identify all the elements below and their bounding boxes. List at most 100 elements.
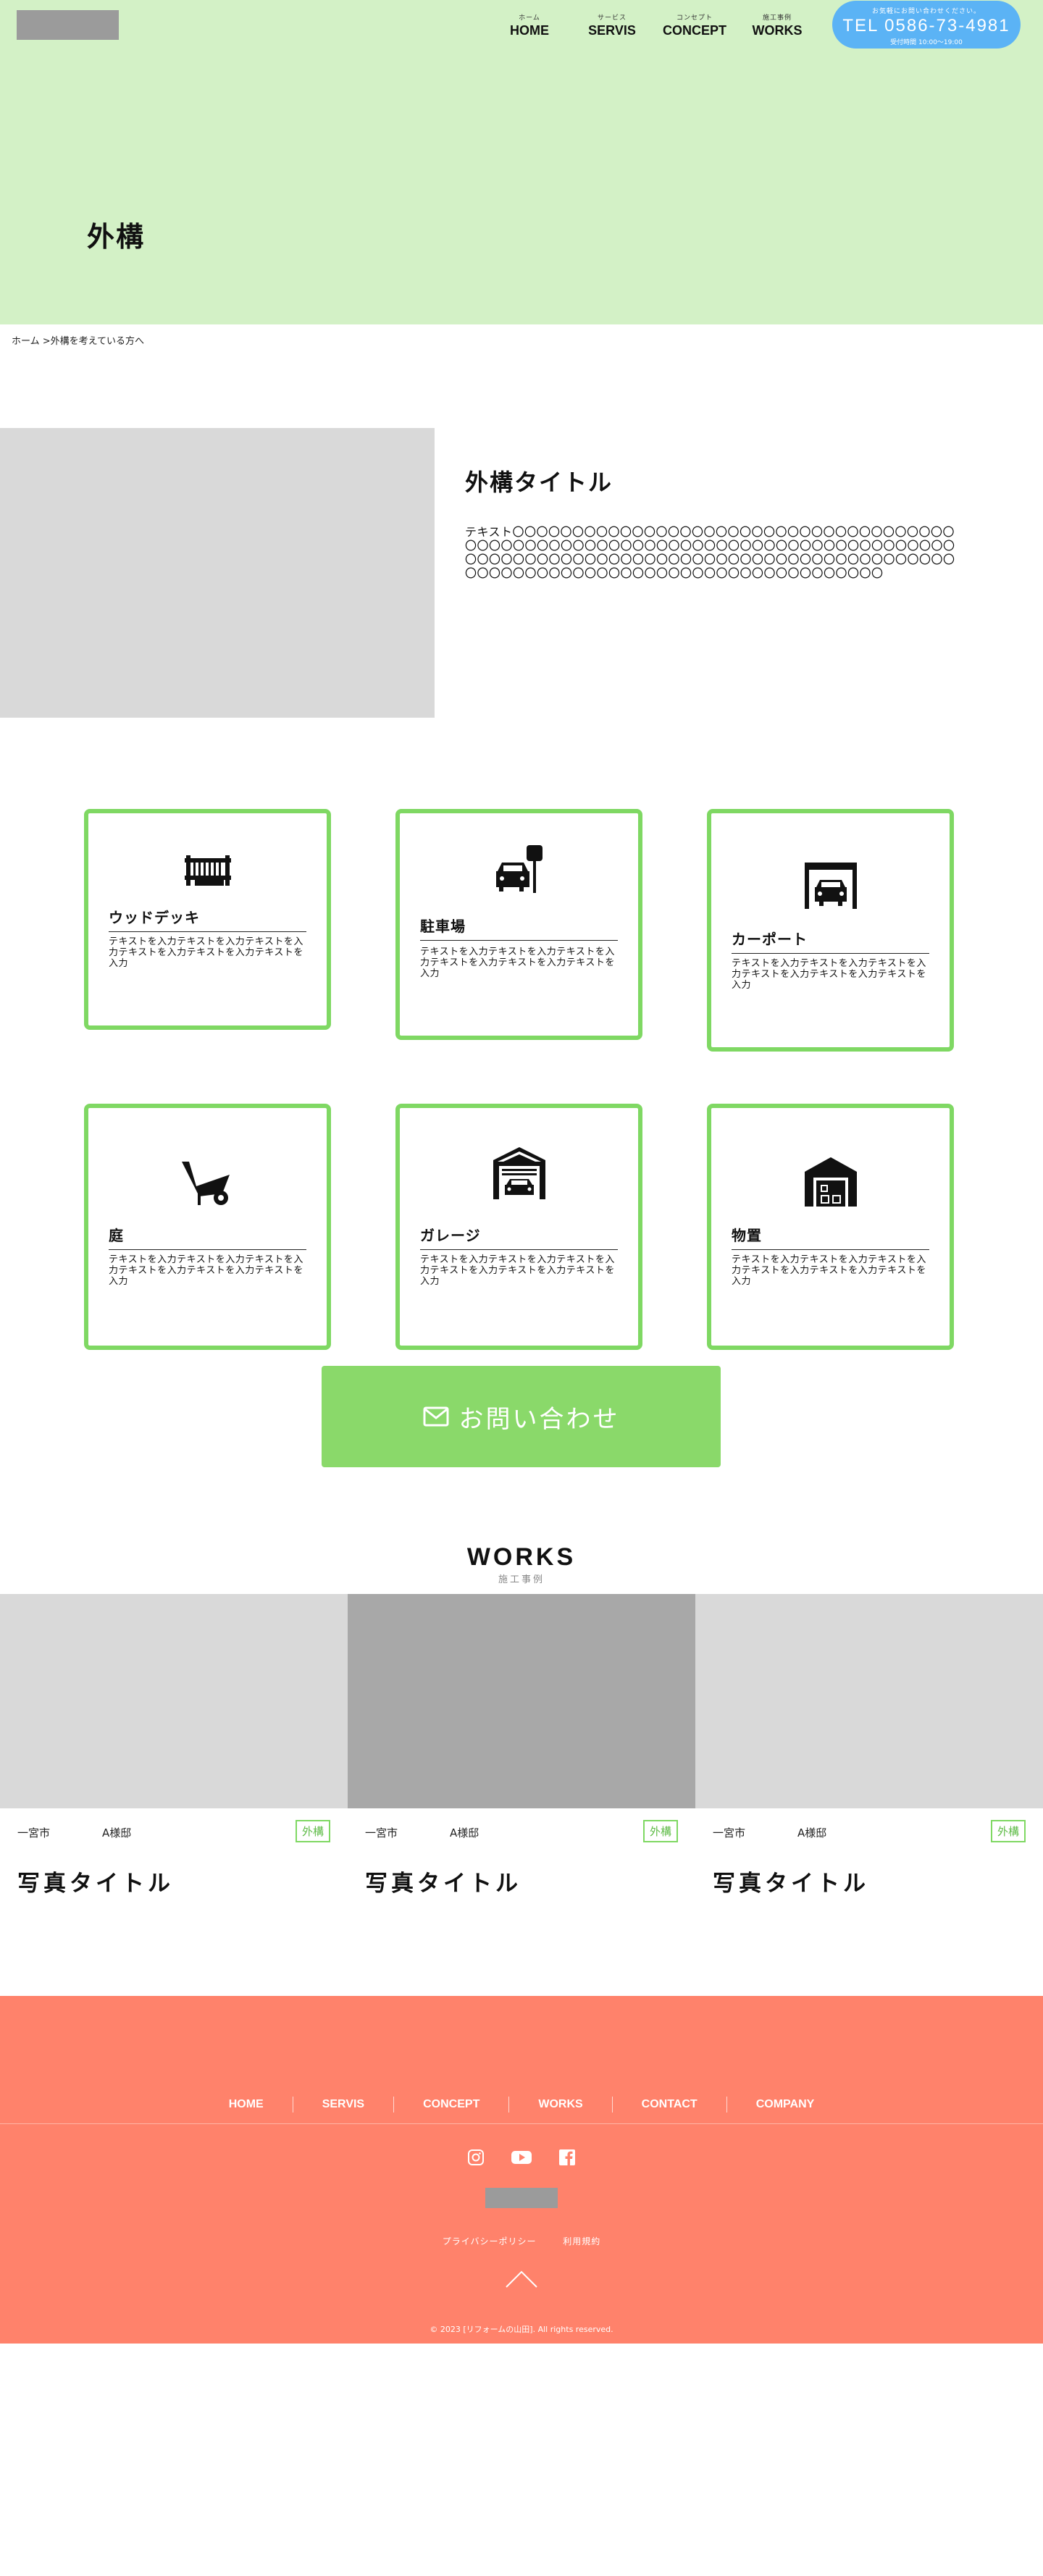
contact-button[interactable]: お問い合わせ <box>322 1366 721 1467</box>
service-card-text: テキストを入力テキストを入力テキストを入力テキストを入力テキストを入力テキストを… <box>732 958 926 991</box>
footer-nav-servis[interactable]: SERVIS <box>292 2097 393 2113</box>
work-image <box>348 1594 695 1808</box>
works-section: WORKS 施工事例 一宮市 A様邸 外構 写真タイトル 一宮市 A様邸 外構 … <box>0 1536 1043 1996</box>
nav-item-label: WORKS <box>752 23 803 38</box>
nav-item-sub: 施工事例 <box>762 14 792 22</box>
nav-item-sub: サービス <box>597 14 627 22</box>
hero-header: ホーム HOME サービス SERVIS コンセプト CONCEPT 施工事例 … <box>0 0 1043 324</box>
parking-icon <box>495 845 543 893</box>
work-tag: 外構 <box>642 1820 678 1842</box>
breadcrumb-separator: > <box>39 336 51 347</box>
service-card-text: テキストを入力テキストを入力テキストを入力テキストを入力テキストを入力テキストを… <box>109 936 303 969</box>
intro-section: 外構タイトル テキスト〇〇〇〇〇〇〇〇〇〇〇〇〇〇〇〇〇〇〇〇〇〇〇〇〇〇〇〇〇… <box>0 428 1043 718</box>
mail-icon <box>423 1406 448 1427</box>
work-card[interactable]: 一宮市 A様邸 外構 写真タイトル <box>0 1594 348 1996</box>
intro-title: 外構タイトル <box>465 469 613 496</box>
works-subtitle: 施工事例 <box>498 1574 545 1585</box>
service-card-text: テキストを入力テキストを入力テキストを入力テキストを入力テキストを入力テキストを… <box>420 947 615 979</box>
intro-text: テキスト〇〇〇〇〇〇〇〇〇〇〇〇〇〇〇〇〇〇〇〇〇〇〇〇〇〇〇〇〇〇〇〇〇〇〇〇… <box>465 525 955 580</box>
works-heading: WORKS 施工事例 <box>0 1536 1043 1594</box>
nav-item-sub: コンセプト <box>676 14 713 22</box>
tel-note: お気軽にお問い合わせください。 <box>871 8 981 15</box>
tel-button[interactable]: お気軽にお問い合わせください。 TEL 0586-73-4981 受付時間 10… <box>832 1 1021 49</box>
service-card-garden[interactable]: 庭 テキストを入力テキストを入力テキストを入力テキストを入力テキストを入力テキス… <box>84 1104 331 1350</box>
nav-item-label: CONCEPT <box>662 23 726 38</box>
work-title: 写真タイトル <box>713 1871 869 1897</box>
breadcrumb-home[interactable]: ホーム <box>12 336 40 347</box>
contact-section: お問い合わせ <box>0 1319 1043 1536</box>
contact-button-label: お問い合わせ <box>458 1404 620 1434</box>
work-meta: 一宮市 A様邸 <box>365 1825 678 1840</box>
instagram-icon[interactable] <box>467 2149 485 2169</box>
service-card-title: カーポート <box>732 928 929 954</box>
work-client: A様邸 <box>102 1826 132 1839</box>
terms-link[interactable]: 利用規約 <box>563 2236 600 2246</box>
copyright: © 2023 [リフォームの山田]. All rights reserved. <box>430 2325 613 2334</box>
works-list: 一宮市 A様邸 外構 写真タイトル 一宮市 A様邸 外構 写真タイトル 一宮市 … <box>0 1594 1043 1996</box>
work-meta: 一宮市 A様邸 <box>713 1825 1026 1840</box>
nav-item-label: HOME <box>510 23 549 38</box>
wheelbarrow-icon <box>181 1162 230 1205</box>
privacy-policy-link[interactable]: プライバシーポリシー <box>443 2236 537 2246</box>
work-image <box>695 1594 1043 1808</box>
nav-item-works[interactable]: 施工事例 WORKS <box>736 14 818 38</box>
footer-nav-home[interactable]: HOME <box>200 2097 293 2113</box>
tel-number: TEL 0586-73-4981 <box>842 16 1010 35</box>
footer-nav-works[interactable]: WORKS <box>508 2097 611 2113</box>
nav-item-servis[interactable]: サービス SERVIS <box>571 14 653 38</box>
footer-logo[interactable] <box>485 2188 558 2208</box>
work-title: 写真タイトル <box>365 1871 522 1897</box>
work-client: A様邸 <box>797 1826 827 1839</box>
intro-image <box>0 428 435 718</box>
nav-item-label: SERVIS <box>588 23 636 38</box>
work-title: 写真タイトル <box>17 1871 174 1897</box>
nav-item-concept[interactable]: コンセプト CONCEPT <box>653 14 736 38</box>
chevron-up-icon <box>506 2270 537 2288</box>
service-card-text: テキストを入力テキストを入力テキストを入力テキストを入力テキストを入力テキストを… <box>732 1254 926 1287</box>
footer-nav-contact[interactable]: CONTACT <box>611 2097 726 2113</box>
footer-divider <box>0 2123 1043 2124</box>
storage-icon <box>804 1157 857 1207</box>
service-card-title: 庭 <box>109 1224 306 1250</box>
works-title: WORKS <box>466 1543 577 1571</box>
service-card-storage[interactable]: 物置 テキストを入力テキストを入力テキストを入力テキストを入力テキストを入力テキ… <box>707 1104 954 1350</box>
back-to-top-button[interactable] <box>505 2270 538 2291</box>
service-card-wood-deck[interactable]: ウッドデッキ テキストを入力テキストを入力テキストを入力テキストを入力テキストを… <box>84 809 331 1030</box>
service-card-title: 物置 <box>732 1224 929 1250</box>
work-area: 一宮市 <box>17 1826 51 1839</box>
service-card-parking[interactable]: 駐車場 テキストを入力テキストを入力テキストを入力テキストを入力テキストを入力テ… <box>395 809 642 1040</box>
facebook-icon[interactable] <box>558 2149 576 2169</box>
footer-nav-company[interactable]: COMPANY <box>726 2097 844 2113</box>
tel-hours: 受付時間 10:00〜19:00 <box>890 39 963 46</box>
work-meta: 一宮市 A様邸 <box>17 1825 330 1840</box>
nav-item-sub: ホーム <box>519 14 540 22</box>
nav-item-home[interactable]: ホーム HOME <box>488 14 571 38</box>
services-section: ウッドデッキ テキストを入力テキストを入力テキストを入力テキストを入力テキストを… <box>0 718 1043 1350</box>
service-card-title: ウッドデッキ <box>109 906 306 932</box>
garage-icon <box>493 1147 545 1199</box>
service-card-text: テキストを入力テキストを入力テキストを入力テキストを入力テキストを入力テキストを… <box>420 1254 615 1287</box>
carport-icon <box>804 863 857 909</box>
service-card-carport[interactable]: カーポート テキストを入力テキストを入力テキストを入力テキストを入力テキストを入… <box>707 809 954 1052</box>
work-area: 一宮市 <box>365 1826 398 1839</box>
service-card-title: ガレージ <box>420 1224 618 1250</box>
work-area: 一宮市 <box>713 1826 746 1839</box>
breadcrumb: ホーム >外構を考えている方へ <box>0 324 1043 356</box>
work-tag: 外構 <box>990 1820 1026 1842</box>
page-title: 外構 <box>87 221 146 253</box>
site-footer: HOME SERVIS CONCEPT WORKS CONTACT COMPAN… <box>0 1996 1043 2344</box>
footer-social <box>0 2149 1043 2169</box>
footer-nav: HOME SERVIS CONCEPT WORKS CONTACT COMPAN… <box>0 2097 1043 2113</box>
breadcrumb-current: 外構を考えている方へ <box>50 336 145 347</box>
wood-deck-icon <box>184 855 231 886</box>
work-image <box>0 1594 348 1808</box>
work-tag: 外構 <box>295 1820 330 1842</box>
work-card[interactable]: 一宮市 A様邸 外構 写真タイトル <box>348 1594 695 1996</box>
service-card-garage[interactable]: ガレージ テキストを入力テキストを入力テキストを入力テキストを入力テキストを入力… <box>395 1104 642 1350</box>
site-logo[interactable] <box>17 10 119 40</box>
footer-links: プライバシーポリシー 利用規約 <box>0 2235 1043 2247</box>
youtube-icon[interactable] <box>511 2149 532 2169</box>
work-card[interactable]: 一宮市 A様邸 外構 写真タイトル <box>695 1594 1043 1996</box>
service-card-text: テキストを入力テキストを入力テキストを入力テキストを入力テキストを入力テキストを… <box>109 1254 303 1287</box>
footer-nav-concept[interactable]: CONCEPT <box>393 2097 508 2113</box>
